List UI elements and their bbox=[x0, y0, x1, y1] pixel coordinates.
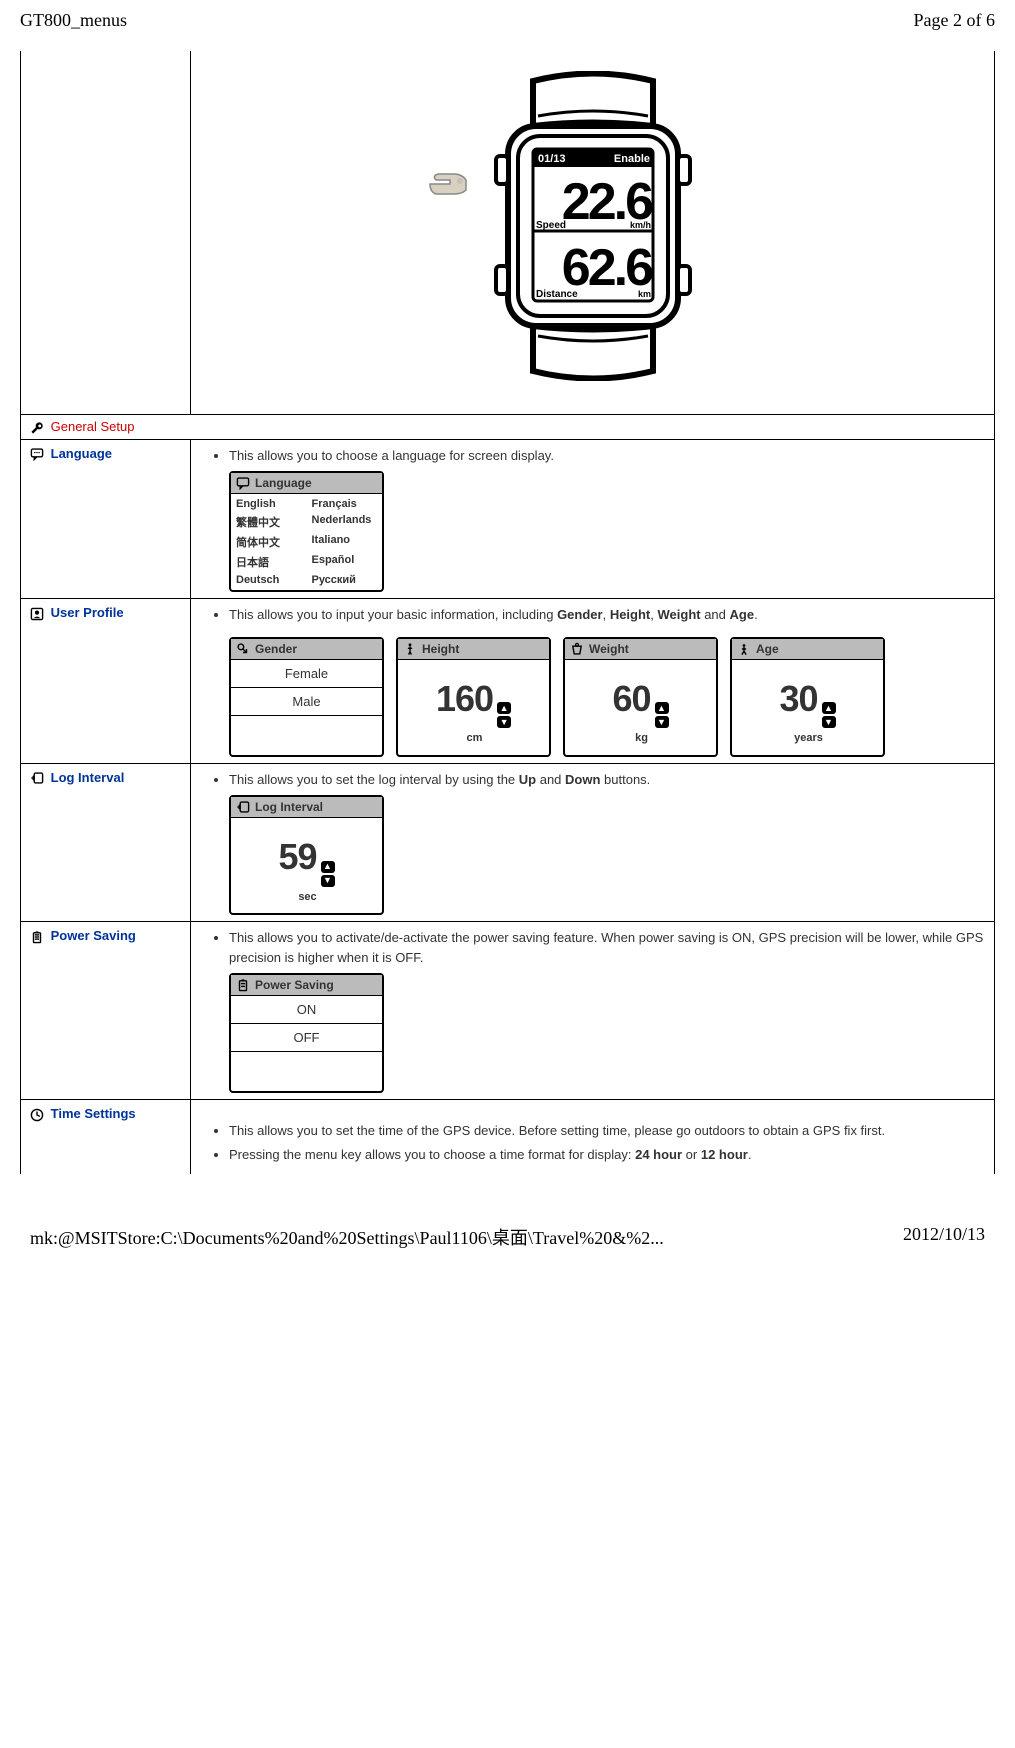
clock-icon bbox=[29, 1108, 45, 1122]
battery-icon bbox=[29, 930, 45, 944]
doc-title: GT800_menus bbox=[20, 10, 127, 31]
log-interval-right: This allows you to set the log interval … bbox=[191, 763, 995, 922]
general-setup-label: General Setup bbox=[51, 419, 135, 434]
svg-text:01/13: 01/13 bbox=[538, 153, 566, 165]
battery-icon bbox=[235, 978, 251, 992]
log-interval-icon bbox=[235, 800, 251, 814]
pointing-hand-icon bbox=[428, 166, 468, 196]
language-bullet: This allows you to choose a language for… bbox=[229, 446, 986, 466]
svg-text:Distance: Distance bbox=[536, 289, 578, 300]
time-settings-label: Time Settings bbox=[51, 1106, 136, 1121]
svg-text:Speed: Speed bbox=[536, 220, 566, 231]
height-screen: Height 160▲▼ cm bbox=[396, 637, 551, 757]
user-profile-bullet: This allows you to input your basic info… bbox=[229, 605, 986, 625]
watch-figure-cell: 01/13 Enable 22.6 Speed km/h 62.6 Distan… bbox=[191, 51, 995, 415]
log-interval-icon bbox=[29, 771, 45, 785]
empty-left bbox=[21, 51, 191, 415]
svg-text:km: km bbox=[637, 289, 650, 299]
user-profile-left: User Profile bbox=[21, 599, 191, 764]
language-right: This allows you to choose a language for… bbox=[191, 439, 995, 599]
content-table: 01/13 Enable 22.6 Speed km/h 62.6 Distan… bbox=[20, 51, 995, 1174]
power-saving-right: This allows you to activate/de-activate … bbox=[191, 922, 995, 1100]
svg-text:km/h: km/h bbox=[629, 220, 650, 230]
language-screen: Language English Français 繁體中文 Nederland… bbox=[229, 471, 384, 592]
gender-screen: Gender Female Male bbox=[229, 637, 384, 757]
power-saving-screen: Power Saving ON OFF bbox=[229, 973, 384, 1093]
speech-bubble-icon bbox=[29, 447, 45, 461]
gender-icon bbox=[235, 642, 251, 656]
page-footer: mk:@MSITStore:C:\Documents%20and%20Setti… bbox=[20, 1224, 995, 1250]
user-profile-label: User Profile bbox=[51, 605, 124, 620]
time-settings-bullet-1: This allows you to set the time of the G… bbox=[229, 1121, 986, 1141]
wrench-icon bbox=[29, 421, 45, 435]
page-header: GT800_menus Page 2 of 6 bbox=[20, 10, 995, 31]
svg-text:Enable: Enable bbox=[613, 153, 649, 165]
power-saving-left: Power Saving bbox=[21, 922, 191, 1100]
power-saving-label: Power Saving bbox=[51, 928, 136, 943]
log-interval-label: Log Interval bbox=[51, 770, 125, 785]
footer-date: 2012/10/13 bbox=[903, 1224, 985, 1250]
language-left: Language bbox=[21, 439, 191, 599]
age-screen: Age 30▲▼ years bbox=[730, 637, 885, 757]
user-profile-right: This allows you to input your basic info… bbox=[191, 599, 995, 764]
log-interval-screen: Log Log IntervalInterval 59▲▼ sec bbox=[229, 795, 384, 915]
watch-svg: 01/13 Enable 22.6 Speed km/h 62.6 Distan… bbox=[478, 71, 708, 381]
time-settings-left: Time Settings bbox=[21, 1100, 191, 1175]
page-number: Page 2 of 6 bbox=[914, 10, 995, 31]
log-interval-bullet: This allows you to set the log interval … bbox=[229, 770, 986, 790]
watch-illustration: 01/13 Enable 22.6 Speed km/h 62.6 Distan… bbox=[478, 71, 708, 384]
footer-path: mk:@MSITStore:C:\Documents%20and%20Setti… bbox=[30, 1224, 664, 1250]
log-interval-left: Log Interval bbox=[21, 763, 191, 922]
weight-screen: Weight 60▲▼ kg bbox=[563, 637, 718, 757]
weight-icon bbox=[569, 642, 585, 656]
language-label: Language bbox=[51, 446, 112, 461]
speech-bubble-icon bbox=[235, 476, 251, 490]
height-icon bbox=[402, 642, 418, 656]
age-icon bbox=[736, 642, 752, 656]
time-settings-bullet-2: Pressing the menu key allows you to choo… bbox=[229, 1145, 986, 1165]
section-general-setup: General Setup bbox=[21, 415, 995, 440]
user-icon bbox=[29, 607, 45, 621]
power-saving-bullet: This allows you to activate/de-activate … bbox=[229, 928, 986, 967]
time-settings-right: This allows you to set the time of the G… bbox=[191, 1100, 995, 1175]
